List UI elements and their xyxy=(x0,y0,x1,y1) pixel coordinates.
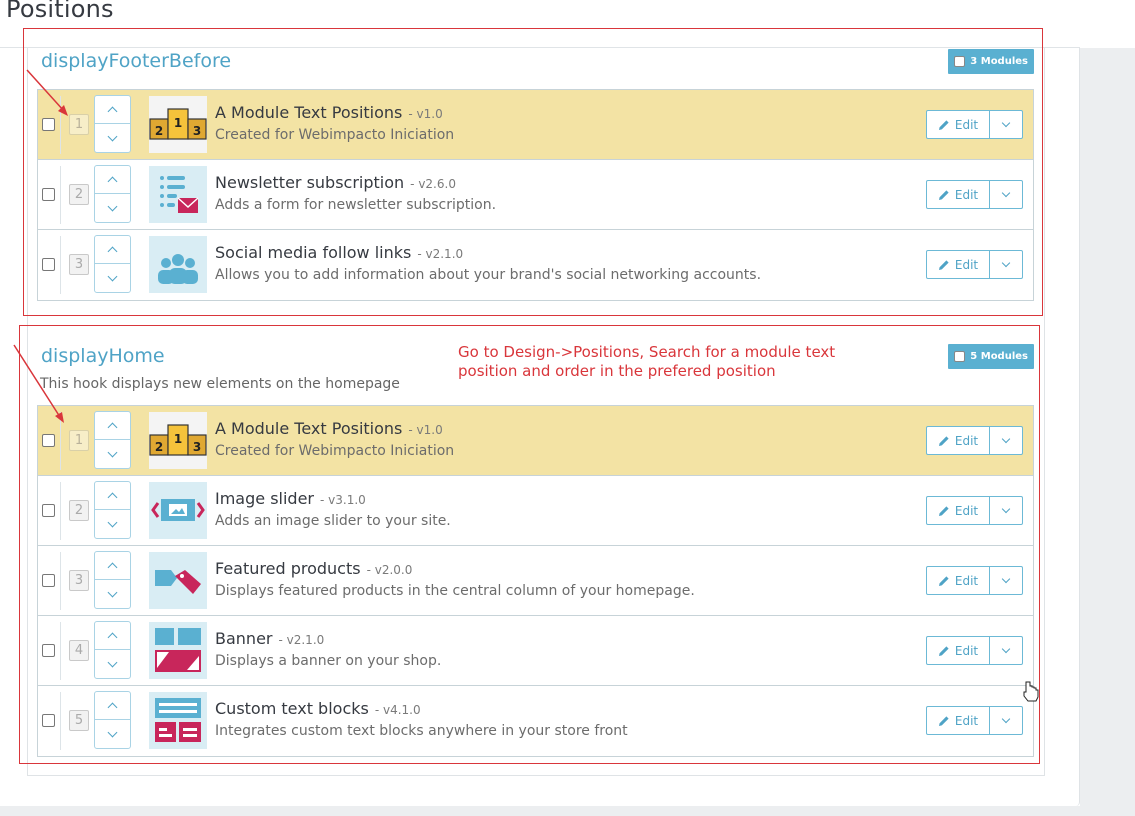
page-title: Positions xyxy=(6,0,114,23)
annotation-line-1: Go to Design->Positions, Search for a mo… xyxy=(458,343,836,361)
annotation-note: Go to Design->Positions, Search for a mo… xyxy=(458,343,835,381)
right-gutter xyxy=(1080,48,1135,816)
annotation-line-2: position and order in the prefered posit… xyxy=(458,362,776,380)
annotation-box-home xyxy=(19,325,1040,764)
annotation-box-footer xyxy=(23,28,1043,316)
bottom-gutter xyxy=(0,806,1135,816)
